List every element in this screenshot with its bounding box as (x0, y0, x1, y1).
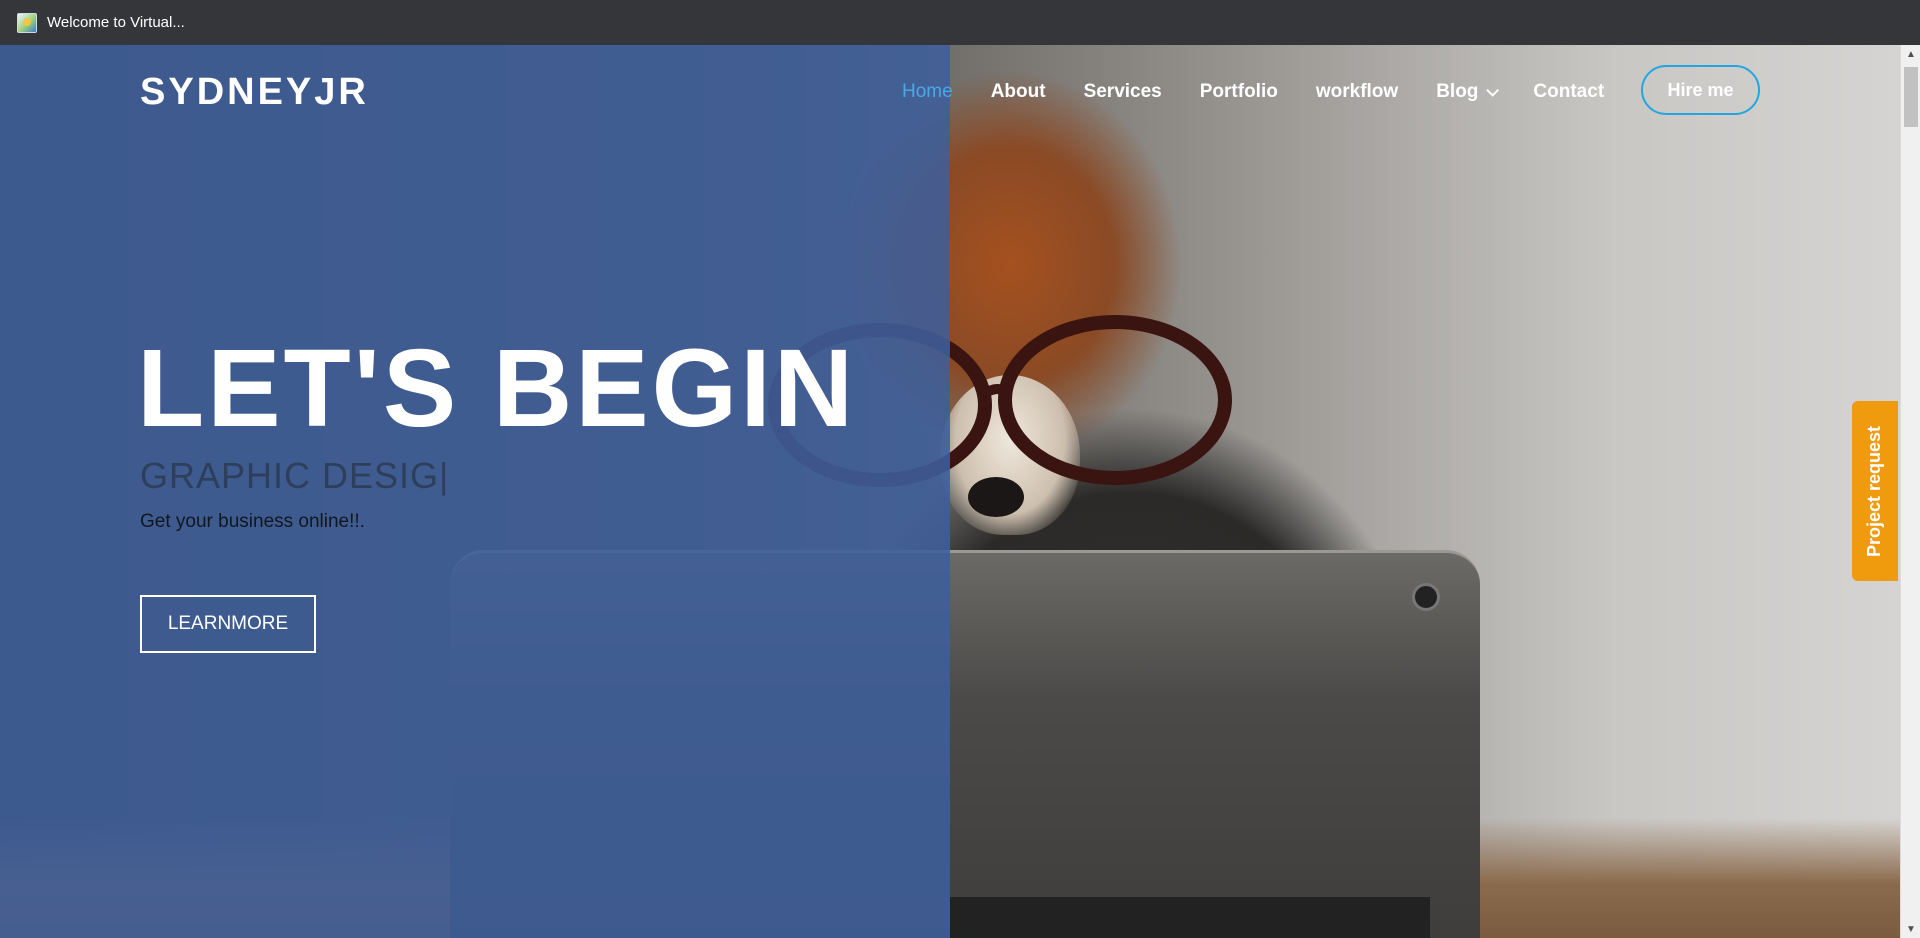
nav-contact[interactable]: Contact (1533, 81, 1604, 103)
hero-description: Get your business online!!. (140, 511, 365, 532)
scrollbar-thumb[interactable] (1904, 67, 1918, 127)
window-title-bar: Welcome to Virtual... (0, 0, 1920, 45)
project-request-tab[interactable]: Project request (1852, 401, 1898, 581)
learn-more-button[interactable]: LEARNMORE (140, 595, 316, 653)
nav-workflow[interactable]: workflow (1316, 81, 1398, 103)
app-favicon-icon (17, 12, 37, 33)
nav-services[interactable]: Services (1084, 81, 1162, 103)
tablet-camera (1412, 583, 1440, 611)
nav-about[interactable]: About (991, 81, 1046, 103)
hero-title: LET'S BEGIN (137, 327, 857, 450)
arrow-up-icon[interactable]: ▲ (1901, 45, 1920, 63)
project-request-label: Project request (1864, 425, 1885, 557)
chevron-down-icon (1486, 83, 1500, 97)
nav-home[interactable]: Home (902, 81, 953, 103)
site-logo[interactable]: SYDNEYJR (140, 71, 369, 114)
tablet-stand (950, 897, 1430, 938)
page-scrollbar[interactable]: ▲ ▼ (1900, 45, 1920, 938)
nav-portfolio[interactable]: Portfolio (1200, 81, 1278, 103)
hire-me-button[interactable]: Hire me (1641, 65, 1760, 115)
main-navigation: Home About Services Portfolio workflow B… (902, 81, 1642, 103)
arrow-down-icon[interactable]: ▼ (1901, 920, 1920, 938)
hero-typed-subtitle: GRAPHIC DESIG| (140, 455, 450, 496)
window-title: Welcome to Virtual... (47, 14, 185, 31)
nav-blog[interactable]: Blog (1436, 81, 1500, 103)
page-viewport: SYDNEYJR Home About Services Portfolio w… (0, 45, 1900, 938)
nav-blog-label: Blog (1436, 81, 1479, 102)
